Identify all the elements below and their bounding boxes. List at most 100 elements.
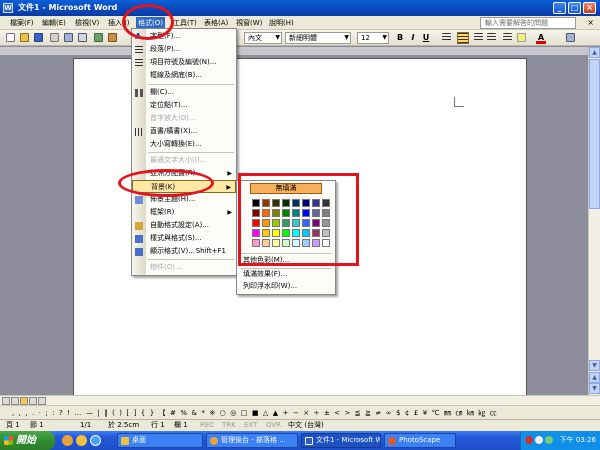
toolbar-options-icon[interactable] bbox=[566, 33, 575, 42]
font-size-select[interactable]: 12 ▼ bbox=[357, 32, 389, 44]
tray-icon[interactable] bbox=[525, 436, 533, 444]
printed-watermark-item[interactable]: 列印浮水印(W)... bbox=[243, 281, 297, 292]
menu-item-object: 物件(O)... bbox=[150, 263, 182, 271]
scroll-thumb[interactable] bbox=[589, 59, 600, 209]
permission-icon[interactable] bbox=[50, 33, 59, 42]
outline-view-icon[interactable] bbox=[29, 397, 37, 405]
photoscape-icon bbox=[388, 437, 396, 445]
menu-item-autoformat[interactable]: 自動格式設定(A)... bbox=[132, 219, 236, 232]
align-center-icon[interactable] bbox=[457, 32, 469, 44]
menu-item-styles[interactable]: 樣式與格式(S)... bbox=[132, 232, 236, 245]
menu-item-borders[interactable]: 框線及網底(B)... bbox=[132, 69, 236, 82]
chevron-down-icon: ▼ bbox=[275, 34, 280, 41]
status-trk[interactable]: TRK bbox=[222, 420, 236, 431]
menu-item-bullets[interactable]: 項目符號及編號(N)... bbox=[132, 56, 236, 69]
network-icon[interactable] bbox=[535, 436, 543, 444]
menu-file[interactable]: 檔案(F) bbox=[8, 17, 36, 29]
submenu-arrow-icon: ▶ bbox=[227, 209, 232, 216]
menu-window[interactable]: 視窗(W) bbox=[234, 17, 264, 29]
italic-button[interactable]: I bbox=[408, 32, 418, 44]
taskbar-button-word[interactable]: 文件1 - Microsoft W... bbox=[301, 433, 381, 448]
chrome-icon[interactable] bbox=[62, 435, 73, 446]
windows-logo-icon bbox=[4, 436, 13, 445]
highlight-icon[interactable] bbox=[517, 33, 526, 42]
symbol-toolbar: , , , . · ; : ? ! … — | ‖ ( ) [ ] { } 【 … bbox=[0, 405, 600, 419]
taskbar-button-blog[interactable]: 管理後台 - 部落格 ... bbox=[206, 433, 298, 448]
red-circle-annotation bbox=[122, 4, 174, 40]
menu-item-reveal-formatting[interactable]: 顯示格式(V)... Shift+F1 bbox=[132, 245, 236, 258]
volume-icon[interactable] bbox=[545, 436, 553, 444]
explorer-icon[interactable] bbox=[76, 435, 87, 446]
chevron-down-icon: ▼ bbox=[382, 34, 387, 41]
style-select[interactable]: 內文 ▼ bbox=[244, 32, 282, 44]
bold-button[interactable]: B bbox=[395, 32, 405, 44]
clock[interactable]: 下午 03:26 bbox=[560, 431, 596, 450]
save-icon[interactable] bbox=[34, 33, 43, 42]
bullets-icon bbox=[135, 59, 143, 67]
next-page-icon[interactable]: ▼ bbox=[589, 383, 600, 394]
menu-item-change-case[interactable]: 大小寫轉換(E)... bbox=[132, 138, 236, 151]
taskbar-button-photoscape[interactable]: PhotoScape bbox=[384, 433, 456, 448]
menu-view[interactable]: 檢視(V) bbox=[73, 17, 101, 29]
status-ovr[interactable]: OVR bbox=[266, 420, 281, 431]
scroll-down-icon[interactable]: ▼ bbox=[589, 360, 600, 371]
open-folder-icon[interactable] bbox=[20, 33, 29, 42]
print-view-icon[interactable] bbox=[20, 397, 28, 405]
status-line: 行 1 bbox=[151, 421, 165, 429]
theme-icon bbox=[135, 196, 143, 204]
folder-icon bbox=[121, 437, 129, 445]
print-icon[interactable] bbox=[64, 33, 73, 42]
menu-item-tabs[interactable]: 定位點(T)... bbox=[132, 99, 236, 112]
columns-icon bbox=[135, 89, 143, 97]
research-icon[interactable] bbox=[108, 33, 117, 42]
status-language: 中文 (台灣) bbox=[288, 421, 324, 429]
normal-view-icon[interactable] bbox=[2, 397, 10, 405]
symbol-list[interactable]: , , , . · ; : ? ! … — | ‖ ( ) [ ] { } 【 … bbox=[12, 407, 497, 419]
reading-view-icon[interactable] bbox=[38, 397, 46, 405]
maximize-button[interactable]: □ bbox=[568, 2, 581, 14]
submenu-arrow-icon: ▶ bbox=[227, 170, 232, 177]
status-section: 節 1 bbox=[30, 421, 44, 429]
menu-item-text-direction[interactable]: 直書/橫書(X)... bbox=[132, 125, 236, 138]
previous-page-icon[interactable]: ▲ bbox=[589, 372, 600, 383]
menu-edit[interactable]: 編輯(E) bbox=[40, 17, 68, 29]
help-question-input[interactable]: 輸入需要解答的問題 bbox=[480, 17, 576, 29]
menu-separator bbox=[148, 152, 234, 153]
menu-item-paragraph[interactable]: 段落(P)... bbox=[132, 43, 236, 56]
horizontal-scrollbar[interactable] bbox=[0, 395, 600, 405]
word-icon bbox=[305, 437, 313, 445]
status-ext[interactable]: EXT bbox=[244, 420, 257, 431]
format-menu: A 字型(F)... 段落(P)... 項目符號及編號(N)... 框線及網底(B… bbox=[131, 28, 237, 276]
fill-effects-item[interactable]: 填滿效果(F)... bbox=[243, 269, 287, 280]
spelling-icon[interactable] bbox=[94, 33, 103, 42]
ie-icon[interactable] bbox=[90, 435, 101, 446]
taskbar: 開始 桌面 管理後台 - 部落格 ... 文件1 - Microsoft W..… bbox=[0, 431, 600, 450]
print-preview-icon[interactable] bbox=[78, 33, 87, 42]
close-button[interactable]: × bbox=[583, 2, 596, 14]
align-right-icon[interactable] bbox=[474, 33, 483, 42]
title-bar: W 文件1 - Microsoft Word _ □ × bbox=[0, 0, 600, 16]
font-color-button[interactable]: A bbox=[536, 32, 546, 44]
close-document-button[interactable]: × bbox=[587, 17, 594, 29]
align-left-icon[interactable] bbox=[442, 33, 451, 42]
taskbar-button-desktop[interactable]: 桌面 bbox=[117, 433, 203, 448]
web-view-icon[interactable] bbox=[11, 397, 19, 405]
chevron-down-icon: ▼ bbox=[344, 34, 349, 41]
menu-item-frames[interactable]: 框架(R) ▶ bbox=[132, 206, 236, 219]
menu-separator bbox=[148, 84, 234, 85]
line-spacing-icon[interactable] bbox=[503, 33, 512, 42]
styles-icon bbox=[135, 235, 143, 243]
minimize-button[interactable]: _ bbox=[553, 2, 566, 14]
vertical-scrollbar[interactable]: ▲ ▼ ▲ ▼ bbox=[588, 47, 600, 395]
font-select[interactable]: 新細明體 ▼ bbox=[285, 32, 351, 44]
status-rec[interactable]: REC bbox=[200, 420, 214, 431]
status-column: 欄 1 bbox=[174, 421, 188, 429]
justify-icon[interactable] bbox=[487, 33, 496, 42]
underline-button[interactable]: U bbox=[421, 32, 431, 44]
start-button[interactable]: 開始 bbox=[0, 431, 55, 450]
menu-item-columns[interactable]: 欄(C)... bbox=[132, 86, 236, 99]
scroll-up-icon[interactable]: ▲ bbox=[589, 47, 600, 58]
red-rectangle-annotation bbox=[238, 173, 359, 266]
menu-help[interactable]: 說明(H) bbox=[267, 17, 296, 29]
new-document-icon[interactable] bbox=[6, 33, 15, 42]
